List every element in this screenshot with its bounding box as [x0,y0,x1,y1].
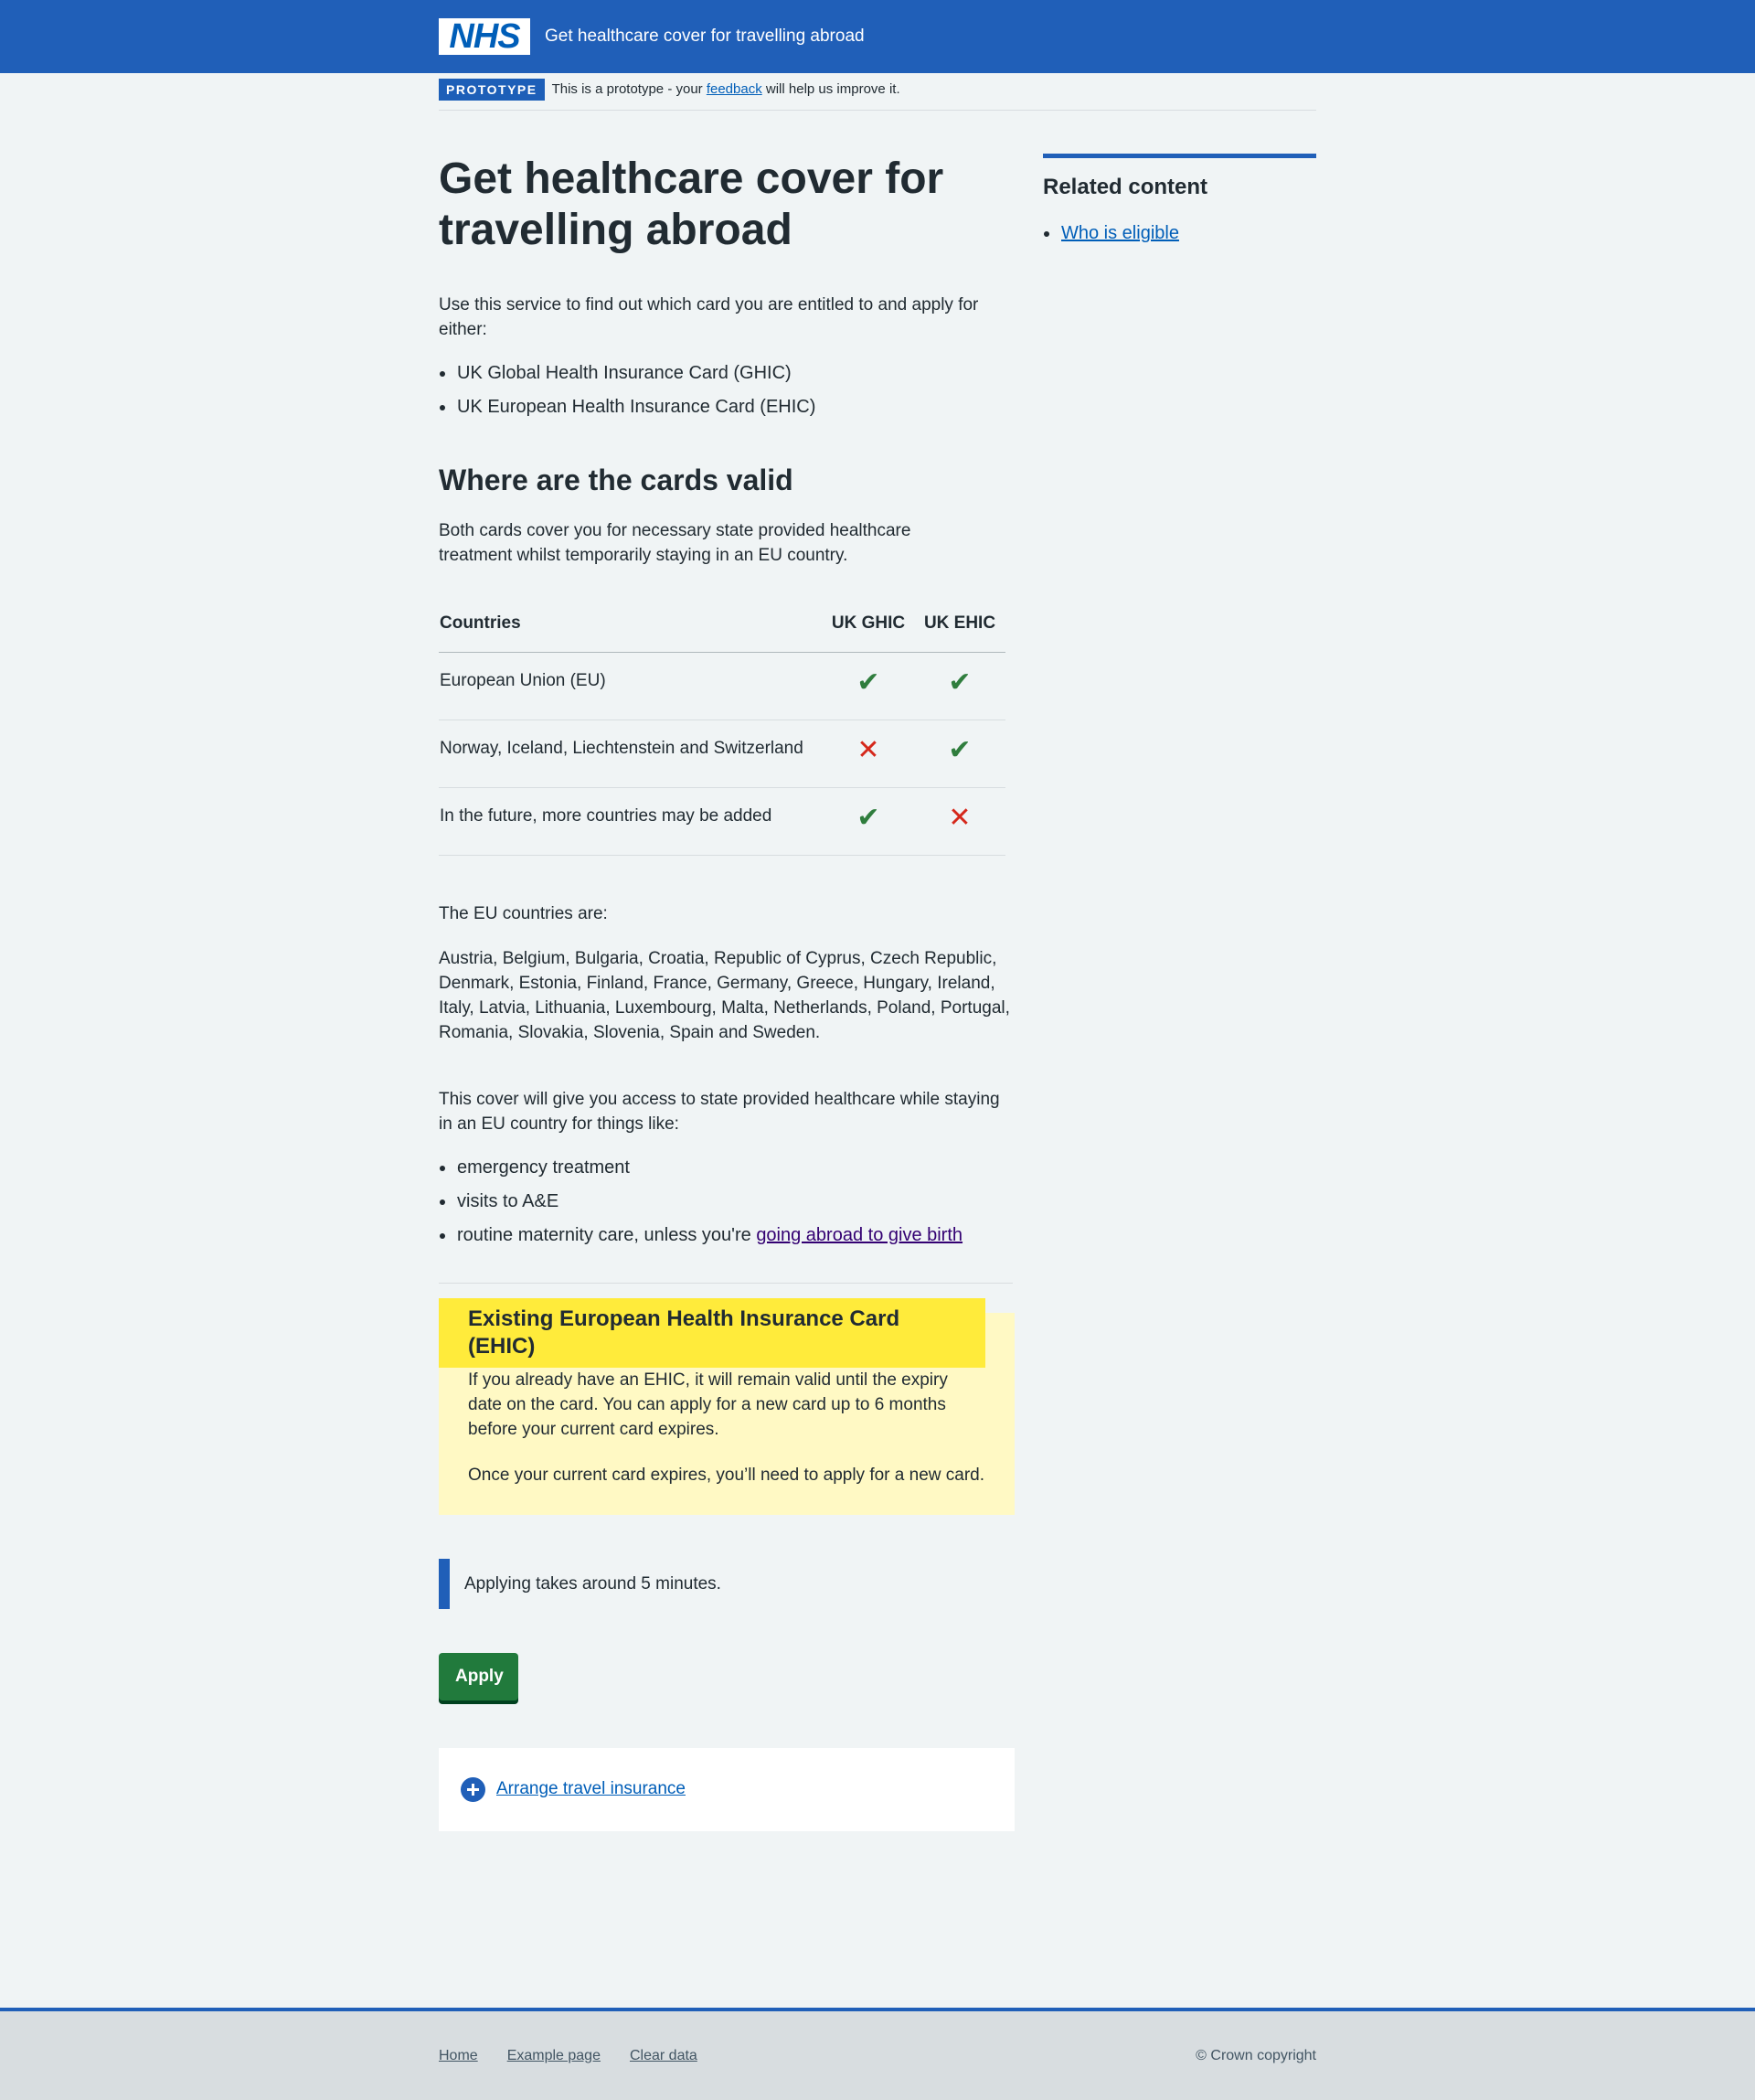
related-content-sidebar: Related content Who is eligible [1043,154,1316,246]
ghic-cell: ✔ [823,652,914,720]
eu-label: The EU countries are: [439,903,608,923]
list-item: Who is eligible [1043,220,1316,246]
apply-button[interactable]: Apply [439,1652,518,1700]
ehic-cell: ✕ [914,787,1005,856]
who-is-eligible-link[interactable]: Who is eligible [1061,223,1179,243]
inset-text: Applying takes around 5 minutes. [439,1558,1005,1609]
footer-link-clear-data[interactable]: Clear data [630,2048,697,2064]
list-item: visits to A&E [439,1189,1013,1214]
feedback-link[interactable]: feedback [707,81,762,97]
site-footer: Home Example page Clear data © Crown cop… [0,2008,1755,2100]
prototype-text-after: will help us improve it. [761,81,900,97]
ghic-cell: ✔ [823,787,914,856]
list-item: emergency treatment [439,1155,1013,1180]
cover-list: emergency treatment visits to A&E routin… [439,1155,1013,1248]
related-links-list: Who is eligible [1043,220,1316,246]
prototype-banner: PROTOTYPE This is a prototype - your fee… [439,79,1316,111]
nhs-logo-text: NHS [449,17,520,56]
site-header: NHS Get healthcare cover for travelling … [0,0,1755,73]
valid-heading: Where are the cards valid [439,464,793,496]
list-item: routine maternity care, unless you're go… [439,1222,1013,1248]
main-content: Get healthcare cover for travelling abro… [439,146,1015,1831]
callout-heading: Existing European Health Insurance Card … [439,1297,985,1368]
ghic-cell: ✕ [823,720,914,788]
list-item: UK European Health Insurance Card (EHIC) [439,394,1013,420]
eu-countries-list: Austria, Belgium, Bulgaria, Croatia, Rep… [439,948,1010,1042]
country-cell: In the future, more countries may be add… [439,787,823,856]
tick-icon: ✔ [948,666,972,698]
giving-birth-abroad-link[interactable]: going abroad to give birth [756,1225,963,1245]
travel-insurance-details[interactable]: Arrange travel insurance [439,1747,1015,1831]
valid-text: Both cards cover you for necessary state… [439,521,911,565]
maternity-text: routine maternity care, unless you're [457,1224,757,1245]
column-header-ehic: UK EHIC [914,595,1005,653]
table-body: European Union (EU) ✔ ✔ Norway, Iceland,… [439,652,1005,856]
footer-link-example-page[interactable]: Example page [507,2048,601,2064]
card-list: UK Global Health Insurance Card (GHIC) U… [439,360,1013,420]
column-header-countries: Countries [439,595,823,653]
travel-insurance-link[interactable]: Arrange travel insurance [496,1779,686,1799]
tick-icon: ✔ [856,802,880,833]
tick-icon: ✔ [948,734,972,765]
country-cell: European Union (EU) [439,652,823,720]
prototype-tag: PROTOTYPE [439,79,545,101]
cards-validity-table: Countries UK GHIC UK EHIC European Union… [439,595,1005,856]
ehic-cell: ✔ [914,652,1005,720]
cover-text: This cover will give you access to state… [439,1089,1000,1134]
country-cell: Norway, Iceland, Liechtenstein and Switz… [439,720,823,788]
section-divider [439,1282,1013,1284]
page-title: Get healthcare cover for travelling abro… [439,155,944,254]
list-item: UK Global Health Insurance Card (GHIC) [439,360,1013,386]
callout-paragraph: If you already have an EHIC, it will rem… [468,1370,948,1439]
table-row: In the future, more countries may be add… [439,787,1005,856]
intro-text: Use this service to find out which card … [439,295,979,339]
cross-icon: ✕ [948,802,972,833]
plus-circle-icon[interactable] [461,1776,485,1802]
ehic-warning-callout: Existing European Health Insurance Card … [439,1297,1015,1515]
nhs-logo[interactable]: NHS [439,18,530,55]
cross-icon: ✕ [856,734,880,765]
service-name[interactable]: Get healthcare cover for travelling abro… [545,24,865,49]
ehic-cell: ✔ [914,720,1005,788]
copyright: © Crown copyright [1196,2048,1316,2063]
footer-links: Home Example page Clear data [439,2048,727,2064]
callout-paragraph: Once your current card expires, you’ll n… [468,1465,985,1485]
inset-paragraph: Applying takes around 5 minutes. [464,1573,721,1594]
footer-link-home[interactable]: Home [439,2048,478,2064]
table-header-row: Countries UK GHIC UK EHIC [439,595,1005,653]
prototype-text: This is a prototype - your feedback will… [552,79,900,101]
table-row: European Union (EU) ✔ ✔ [439,652,1005,720]
sidebar-title: Related content [1043,175,1208,199]
column-header-ghic: UK GHIC [823,595,914,653]
tick-icon: ✔ [856,666,880,698]
prototype-text-before: This is a prototype - your [551,81,707,97]
table-row: Norway, Iceland, Liechtenstein and Switz… [439,720,1005,788]
